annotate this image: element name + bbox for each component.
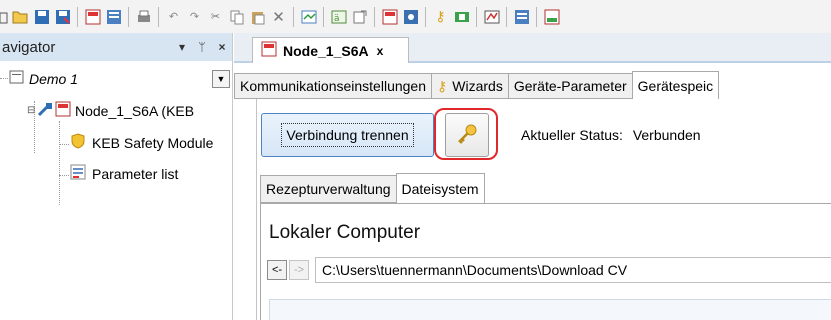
history-buttons: <- -> (267, 260, 311, 280)
device-memory-area: Verbindung trennen Aktueller Status: Ver… (256, 99, 831, 320)
forward-button[interactable]: -> (289, 260, 309, 280)
keb-device-icon[interactable] (381, 8, 398, 25)
keb-device-icon (55, 101, 71, 120)
properties-icon[interactable] (300, 8, 317, 25)
tree-connector (59, 175, 69, 176)
chevron-down-icon[interactable]: ▾ (172, 40, 192, 54)
wizard-key-icon[interactable]: ⚷ (432, 8, 449, 25)
download-icon[interactable] (453, 8, 470, 25)
tab-label: Dateisystem (401, 180, 479, 197)
main-toolbar: ↶ ↷ ✂ ✕ ä ⚷ (0, 0, 831, 33)
tab-dateisystem[interactable]: Dateisystem (395, 173, 485, 203)
project-dropdown-button[interactable]: ▼ (212, 70, 230, 88)
redo-icon[interactable]: ↷ (186, 8, 203, 25)
plug-icon (37, 101, 55, 120)
tree-root-label: Demo 1 (29, 70, 79, 87)
pin-icon[interactable]: ᛘ (192, 40, 212, 54)
tree-child-safety-module[interactable]: KEB Safety Module (70, 133, 213, 152)
navigator-panel: avigator ▾ ᛘ × Demo 1 ▼ ⊟ Node_1_S6A (KE… (0, 33, 233, 320)
tree-node[interactable]: ⊟ Node_1_S6A (KEB (27, 101, 194, 120)
tree-node-label: Node_1_S6A (KEB (75, 102, 195, 119)
document-tabbar: Node_1_S6A x (234, 33, 831, 63)
copy-icon[interactable] (228, 8, 245, 25)
tab-wizards[interactable]: ⚷ Wizards (431, 73, 509, 99)
filesystem-panel: Lokaler Computer <- -> C:\Users\tuennerm… (260, 203, 831, 320)
paste-icon[interactable] (249, 8, 266, 25)
tree-connector (59, 121, 60, 205)
sub-tabstrip: Rezepturverwaltung Dateisystem (260, 173, 485, 203)
main-panel: Node_1_S6A x Kommunikationseinstellungen… (234, 33, 831, 320)
tree-child-label: Parameter list (92, 165, 179, 182)
navigator-header: avigator ▾ ᛘ × (0, 33, 232, 61)
tree-child-label: KEB Safety Module (92, 134, 214, 151)
tools-icon[interactable]: ä (330, 8, 347, 25)
print-icon[interactable] (135, 8, 152, 25)
tab-label: Geräte-Parameter (513, 78, 627, 94)
file-list[interactable] (269, 299, 831, 320)
tab-label: Wizards (452, 78, 503, 94)
path-field[interactable]: C:\Users\tuennermann\Documents\Download … (315, 257, 831, 283)
disconnect-button[interactable]: Verbindung trennen (261, 113, 434, 157)
tree-connector (59, 144, 69, 145)
parameter-list-icon (70, 164, 86, 183)
tab-geraetespeicher[interactable]: Gerätespeic (631, 71, 720, 99)
svg-text:ä: ä (334, 14, 340, 24)
parameter-list-icon[interactable] (513, 8, 530, 25)
scope-icon[interactable] (483, 8, 500, 25)
tab-geraete-parameter[interactable]: Geräte-Parameter (507, 73, 633, 99)
local-computer-title: Lokaler Computer (269, 222, 421, 243)
document-tab[interactable]: Node_1_S6A x (252, 37, 409, 63)
collapse-icon[interactable]: ⊟ (27, 105, 37, 116)
connection-status: Aktueller Status: Verbunden (521, 127, 707, 143)
key-button[interactable] (445, 113, 489, 157)
tab-label: Gerätespeic (637, 77, 714, 94)
tree-child-parameter-list[interactable]: Parameter list (70, 164, 178, 183)
undo-icon[interactable]: ↶ (165, 8, 182, 25)
disconnect-button-label: Verbindung trennen (281, 123, 414, 147)
close-tab-icon[interactable]: x (377, 44, 384, 58)
tab-rezepturverwaltung[interactable]: Rezepturverwaltung (260, 175, 397, 203)
shield-icon (70, 133, 86, 152)
tab-kommunikationseinstellungen[interactable]: Kommunikationseinstellungen (234, 73, 432, 99)
project-icon (9, 69, 25, 88)
close-icon[interactable]: × (212, 40, 232, 54)
main-tabstrip: Kommunikationseinstellungen ⚷ Wizards Ger… (234, 71, 831, 99)
keb-node-icon[interactable] (543, 8, 560, 25)
key-icon (455, 122, 479, 149)
tab-label: Kommunikationseinstellungen (240, 78, 426, 94)
tree-root[interactable]: Demo 1 (0, 69, 78, 88)
cut-icon[interactable]: ✂ (207, 8, 224, 25)
keb-device-icon (261, 41, 277, 60)
tree-expander-icon[interactable] (0, 78, 8, 79)
status-label: Aktueller Status: (521, 127, 623, 143)
folder-partial-icon[interactable] (0, 8, 8, 25)
open-folder-icon[interactable] (12, 8, 29, 25)
save-as-icon[interactable] (54, 8, 71, 25)
navigator-title: avigator (2, 38, 56, 56)
save-icon[interactable] (33, 8, 50, 25)
keb-list-icon[interactable] (105, 8, 122, 25)
document-tab-label: Node_1_S6A (283, 42, 369, 59)
back-button[interactable]: <- (267, 260, 287, 280)
export-icon[interactable] (351, 8, 368, 25)
delete-icon[interactable]: ✕ (270, 8, 287, 26)
wizard-key-icon: ⚷ (437, 77, 448, 94)
status-value: Verbunden (632, 127, 701, 143)
keb-network-icon[interactable] (402, 8, 419, 25)
tab-label: Rezepturverwaltung (266, 181, 391, 197)
keb-device-icon[interactable] (84, 8, 101, 25)
